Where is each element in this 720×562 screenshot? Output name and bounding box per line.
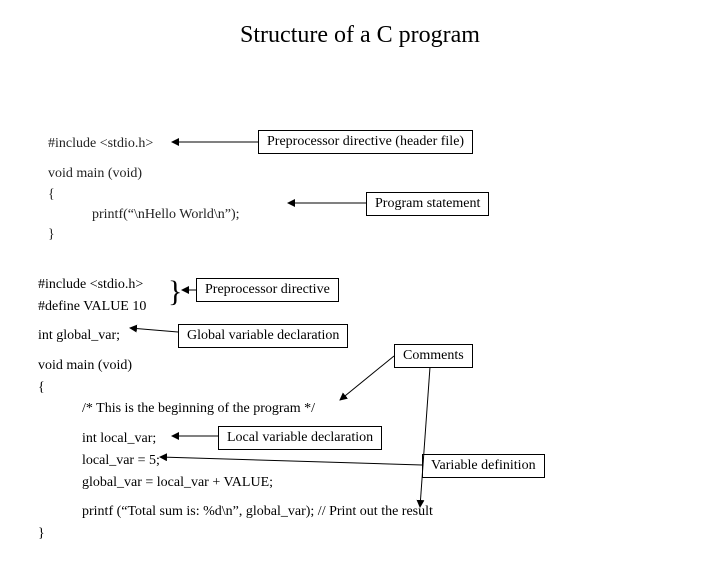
code-line: /* This is the beginning of the program …	[38, 398, 433, 420]
label-comments: Comments	[394, 344, 473, 368]
label-global-variable: Global variable declaration	[178, 324, 348, 348]
code-line: local_var = 5;	[38, 450, 433, 472]
label-preprocessor-header: Preprocessor directive (header file)	[258, 130, 473, 154]
code-line: global_var = local_var + VALUE;	[38, 472, 433, 494]
label-variable-definition: Variable definition	[422, 454, 545, 478]
page-title: Structure of a C program	[0, 22, 720, 49]
label-preprocessor: Preprocessor directive	[196, 278, 339, 302]
brace-icon: }	[168, 280, 182, 304]
code-line: {	[48, 185, 240, 205]
code-example-2: #include <stdio.h> #define VALUE 10 int …	[38, 274, 433, 545]
code-line: void main (void)	[48, 164, 240, 184]
code-line: printf(“\nHello World\n”);	[48, 205, 240, 225]
code-line: void main (void)	[38, 355, 433, 377]
code-line: }	[38, 523, 433, 545]
label-program-statement: Program statement	[366, 192, 489, 216]
code-line: }	[48, 225, 240, 245]
code-line: printf (“Total sum is: %d\n”, global_var…	[38, 501, 433, 523]
code-line: #include <stdio.h>	[48, 134, 240, 154]
code-example-1: #include <stdio.h> void main (void) { pr…	[48, 134, 240, 245]
label-local-variable: Local variable declaration	[218, 426, 382, 450]
code-line: {	[38, 377, 433, 399]
